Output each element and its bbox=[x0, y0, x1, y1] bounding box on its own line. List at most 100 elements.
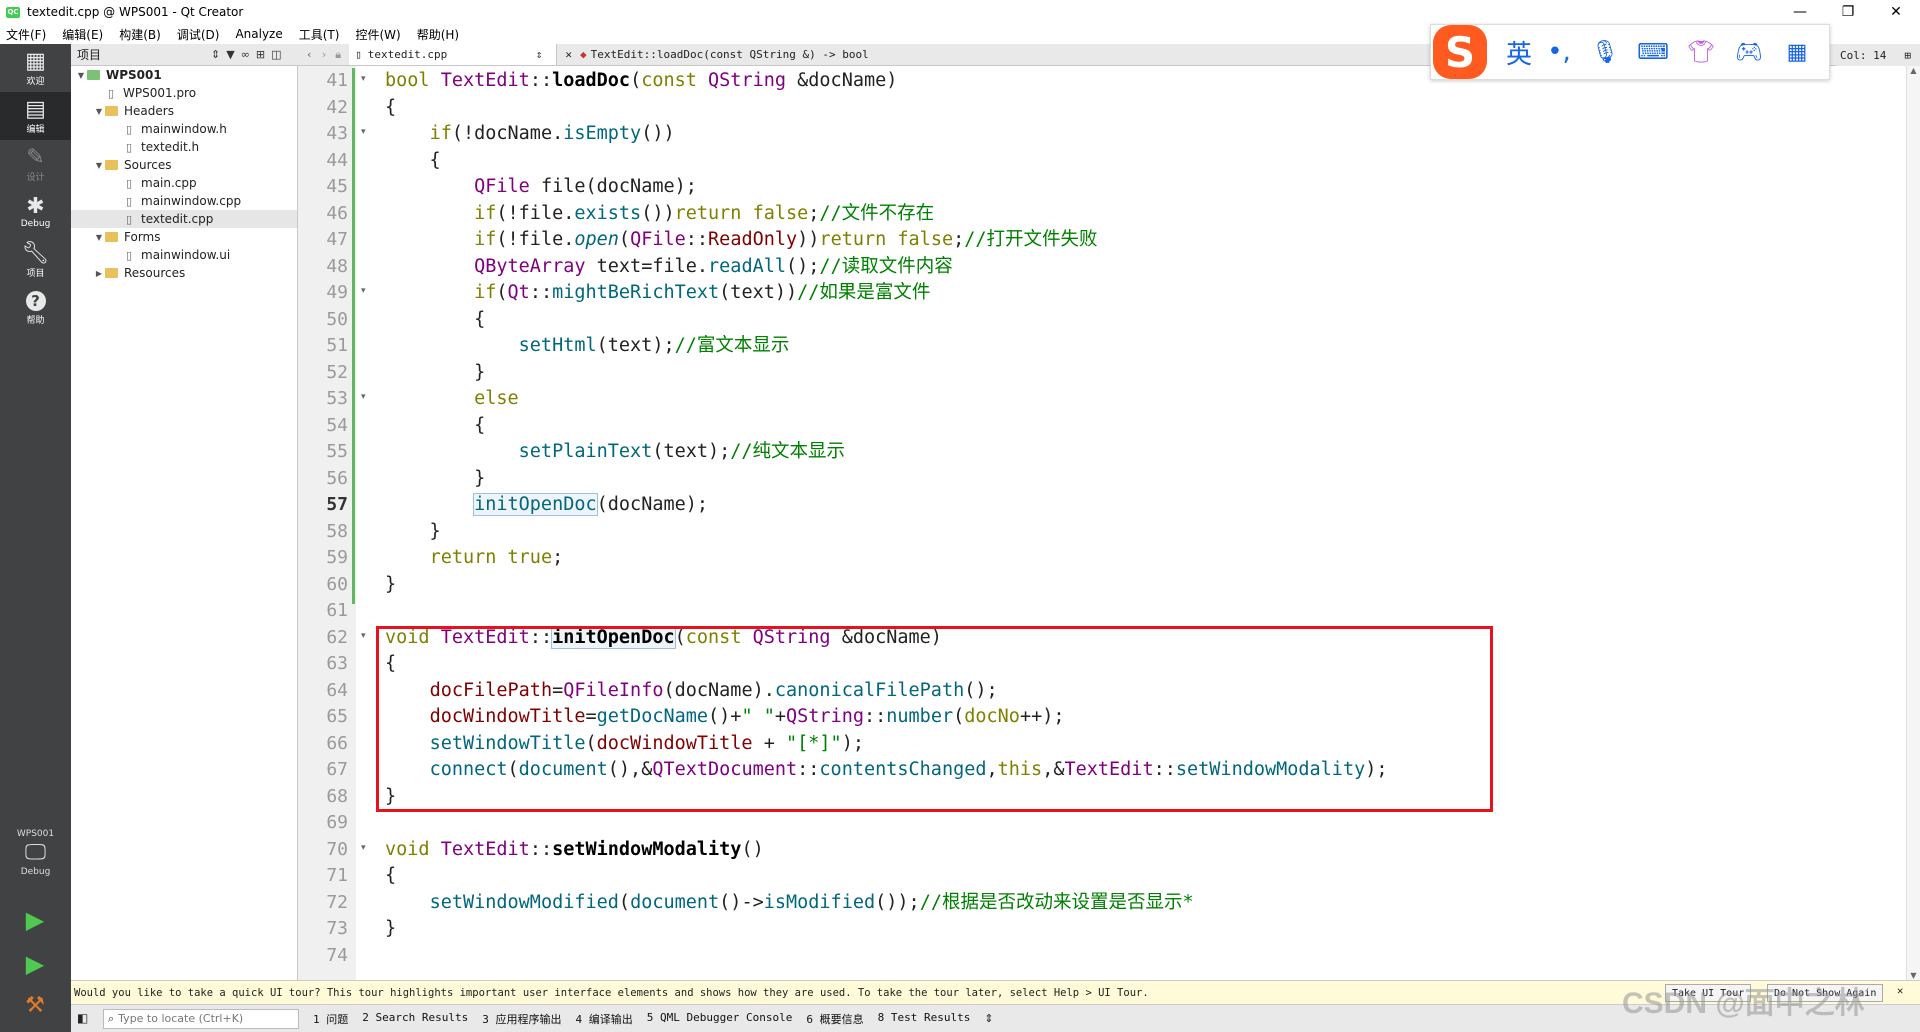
mode-wrench[interactable]: 🔧︎ 项目 bbox=[0, 236, 71, 284]
output-pane-button[interactable]: 6 概要信息 bbox=[806, 1011, 863, 1027]
tree-item[interactable]: ▯ textedit.cpp bbox=[71, 210, 297, 228]
kit-selector[interactable]: WPS001 🖵 Debug bbox=[0, 829, 71, 877]
link-icon[interactable]: ∞ bbox=[241, 48, 250, 61]
tree-item[interactable]: ▼ WPS001 bbox=[71, 66, 297, 84]
output-pane-button[interactable]: 1 问题 bbox=[313, 1011, 348, 1027]
menu-item-2[interactable]: 构建(B) bbox=[119, 26, 161, 43]
expand-arrow-icon[interactable]: ▶ bbox=[93, 269, 105, 278]
file-tab[interactable]: ▯ textedit.cpp ⇕ bbox=[349, 44, 558, 65]
code-token: &docName) bbox=[786, 70, 898, 91]
fold-marker-icon[interactable]: ▾ bbox=[361, 392, 366, 402]
code-token: { bbox=[385, 149, 441, 171]
line-number: 68 bbox=[326, 785, 348, 807]
dropdown-arrow-icon[interactable]: ⇕ bbox=[211, 48, 220, 61]
keyboard-icon[interactable]: ⌨ bbox=[1629, 37, 1677, 67]
close-pane-icon[interactable]: ◫ bbox=[271, 48, 281, 61]
mode-pen[interactable]: ✎ 设计 bbox=[0, 140, 71, 188]
run-icon[interactable]: ▶ bbox=[22, 906, 48, 934]
fold-marker-icon[interactable]: ▾ bbox=[361, 127, 366, 137]
mode-grid[interactable]: ▦ 欢迎 bbox=[0, 44, 71, 92]
vertical-scrollbar[interactable]: ▲ ▼ bbox=[1906, 66, 1920, 980]
code-token: } bbox=[385, 361, 486, 383]
output-pane-button[interactable]: 3 应用程序输出 bbox=[482, 1011, 561, 1027]
debug-run-icon[interactable]: ▶ bbox=[22, 950, 48, 978]
output-pane-button[interactable]: 4 编译输出 bbox=[575, 1011, 632, 1027]
code-token: if bbox=[474, 229, 497, 250]
fold-marker-icon[interactable]: ▾ bbox=[361, 286, 366, 296]
menu-item-3[interactable]: 调试(D) bbox=[177, 26, 220, 43]
code-token: ()) bbox=[641, 202, 675, 224]
ime-punctuation-toggle[interactable]: •, bbox=[1537, 37, 1581, 67]
gamepad-icon[interactable]: 🎮︎ bbox=[1725, 37, 1773, 67]
code-token: //纯文本显示 bbox=[730, 441, 846, 462]
locator-input[interactable]: ⌕ Type to locate (Ctrl+K) bbox=[103, 1008, 299, 1029]
pane-menu-icon[interactable]: ⇕ bbox=[984, 1012, 993, 1025]
code-token: document bbox=[630, 891, 720, 913]
grid-icon: ▦ bbox=[25, 48, 46, 74]
tree-item[interactable]: ▯ main.cpp bbox=[71, 174, 297, 192]
tree-item[interactable]: ▶ Resources bbox=[71, 264, 297, 282]
mode-edit[interactable]: ▤ 编辑 bbox=[0, 92, 71, 140]
shirt-icon[interactable]: 👕︎ bbox=[1677, 37, 1725, 67]
restore-icon[interactable]: ❐ bbox=[1824, 0, 1872, 24]
tree-item[interactable]: ▯ mainwindow.h bbox=[71, 120, 297, 138]
back-arrow-icon[interactable]: ‹ bbox=[306, 48, 313, 61]
dropdown-arrow-icon[interactable]: ⇕ bbox=[536, 48, 543, 61]
mode-bug[interactable]: ✱ Debug bbox=[0, 188, 71, 236]
line-number: 69 bbox=[326, 812, 348, 833]
output-pane-button[interactable]: 2 Search Results bbox=[362, 1011, 468, 1027]
code-line: } bbox=[385, 466, 485, 492]
fold-marker-icon[interactable]: ▾ bbox=[361, 631, 366, 641]
fold-marker-icon[interactable]: ▾ bbox=[361, 843, 366, 853]
code-token: //根据是否改动来设置是否显示* bbox=[919, 891, 1194, 913]
tree-item[interactable]: ▯ WPS001.pro bbox=[71, 84, 297, 102]
column-indicator: Col: 14 ⊞ bbox=[1836, 44, 1920, 66]
code-editor[interactable]: bool TextEdit::loadDoc(const QString &do… bbox=[385, 66, 1900, 980]
tree-item[interactable]: ▼ Sources bbox=[71, 156, 297, 174]
tree-item[interactable]: ▯ mainwindow.ui bbox=[71, 246, 297, 264]
expand-arrow-icon[interactable]: ▼ bbox=[93, 107, 105, 116]
forward-arrow-icon[interactable]: › bbox=[321, 48, 328, 61]
code-line: setHtml(text);//富文本显示 bbox=[385, 333, 790, 359]
expand-arrow-icon[interactable]: ▼ bbox=[75, 71, 87, 80]
split-icon[interactable]: ⊞ bbox=[256, 48, 265, 61]
ime-language-toggle[interactable]: 英 bbox=[1501, 34, 1537, 71]
project-tree: ▼ WPS001 ▯ WPS001.pro ▼ Headers ▯ mainwindow.h ▯… bbox=[71, 66, 298, 980]
tree-item[interactable]: ▼ Forms bbox=[71, 228, 297, 246]
apps-icon[interactable]: ▦ bbox=[1773, 37, 1821, 67]
close-banner-icon[interactable]: ✕ bbox=[1897, 985, 1903, 997]
filter-icon[interactable]: ▼ bbox=[226, 48, 234, 61]
mode-help[interactable]: ? 帮助 bbox=[0, 284, 71, 332]
menu-item-5[interactable]: 工具(T) bbox=[299, 26, 340, 43]
close-file-icon[interactable]: ✕ bbox=[565, 48, 572, 61]
menu-item-4[interactable]: Analyze bbox=[235, 27, 282, 41]
split-editor-icon[interactable]: ⊞ bbox=[1904, 49, 1911, 62]
output-pane-button[interactable]: 5 QML Debugger Console bbox=[647, 1011, 793, 1027]
sidebar-toggle-icon[interactable]: ◧ bbox=[77, 1011, 99, 1027]
fold-marker-icon[interactable]: ▾ bbox=[361, 74, 366, 84]
line-number: 53 bbox=[326, 388, 348, 409]
menu-item-1[interactable]: 编辑(E) bbox=[62, 26, 103, 43]
line-number: 65 bbox=[326, 706, 348, 727]
close-icon[interactable]: ✕ bbox=[1872, 0, 1920, 24]
code-line: return true; bbox=[385, 545, 564, 571]
tree-item[interactable]: ▼ Headers bbox=[71, 102, 297, 120]
scroll-up-icon[interactable]: ▲ bbox=[1907, 66, 1920, 75]
code-line: bool TextEdit::loadDoc(const QString &do… bbox=[385, 68, 897, 94]
output-pane-button[interactable]: 8 Test Results bbox=[878, 1011, 971, 1027]
view-selector[interactable]: 项目 bbox=[75, 46, 205, 63]
code-token: else bbox=[474, 388, 519, 409]
tree-item[interactable]: ▯ textedit.h bbox=[71, 138, 297, 156]
symbol-selector[interactable]: TextEdit::loadDoc(const QString &) -> bo… bbox=[591, 48, 869, 61]
tree-item[interactable]: ▯ mainwindow.cpp bbox=[71, 192, 297, 210]
scroll-down-icon[interactable]: ▼ bbox=[1907, 971, 1920, 980]
menu-item-7[interactable]: 帮助(H) bbox=[417, 26, 459, 43]
menu-item-6[interactable]: 控件(W) bbox=[355, 26, 400, 43]
build-hammer-icon[interactable]: ⚒ bbox=[22, 992, 48, 1020]
menu-item-0[interactable]: 文件(F) bbox=[6, 26, 46, 43]
expand-arrow-icon[interactable]: ▼ bbox=[93, 161, 105, 170]
expand-arrow-icon[interactable]: ▼ bbox=[93, 233, 105, 242]
minimize-icon[interactable]: — bbox=[1776, 0, 1824, 24]
mic-icon[interactable]: 🎙︎ bbox=[1581, 37, 1629, 67]
line-number: 74 bbox=[326, 944, 348, 966]
